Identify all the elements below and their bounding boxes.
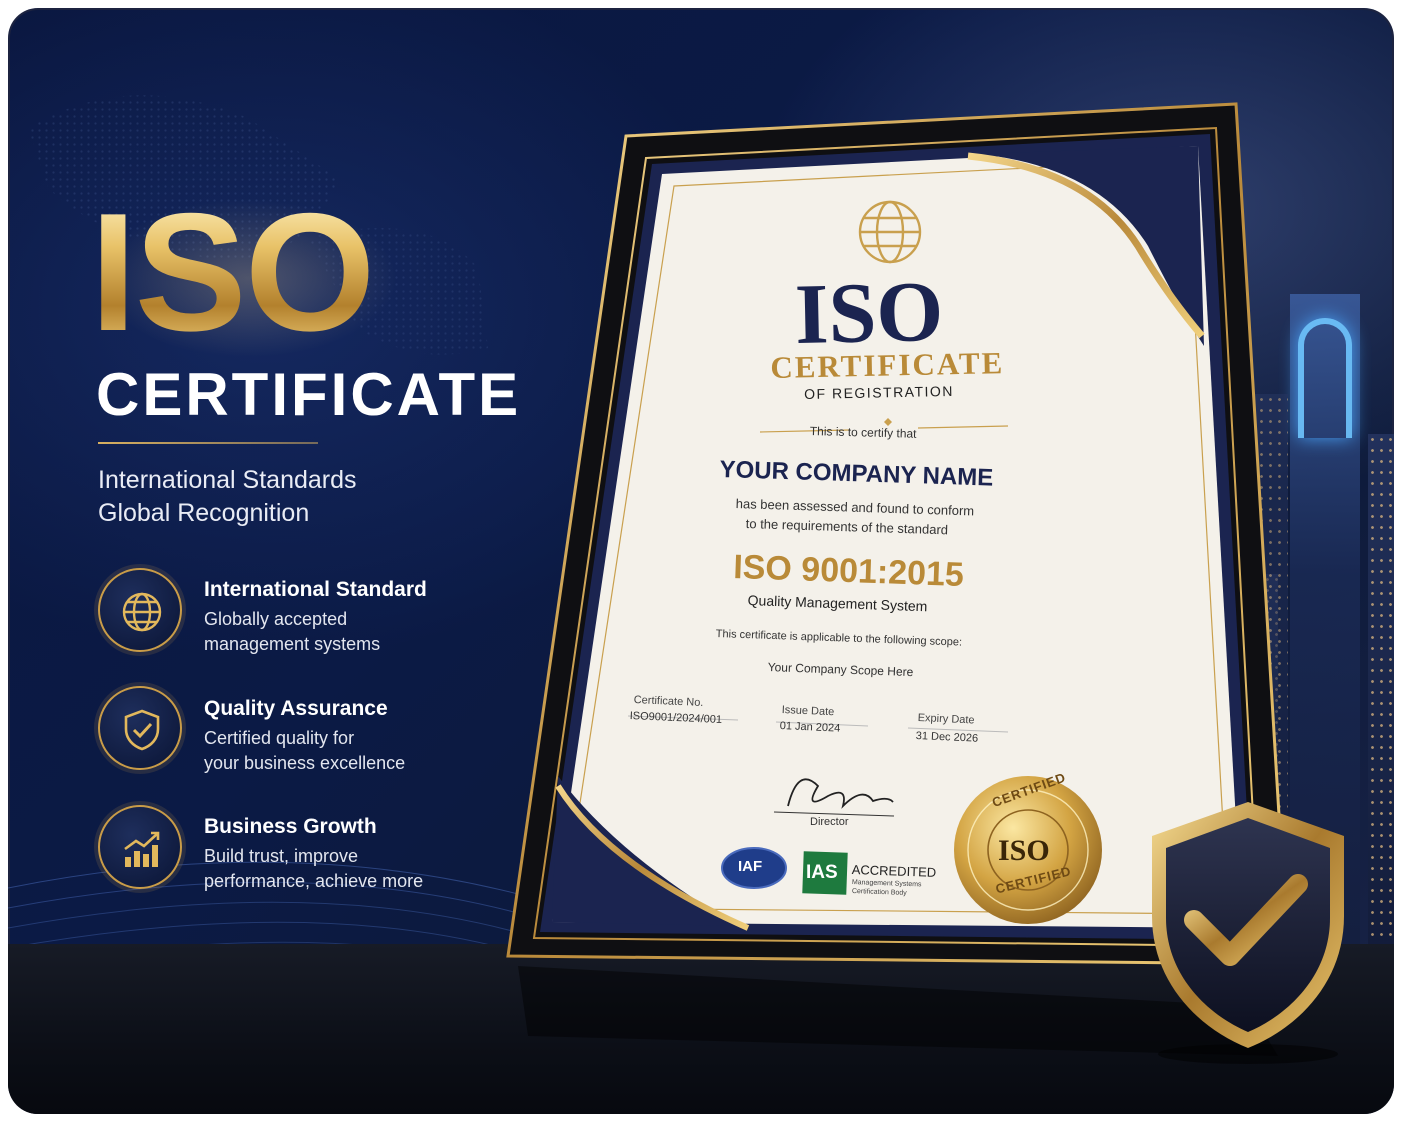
feature-desc-line: management systems (204, 634, 381, 654)
skyline-building (1368, 434, 1394, 994)
feature-desc-line: performance, achieve more (204, 871, 424, 891)
feature-desc-line: Certified quality for (204, 728, 355, 748)
hero-certificate-title: CERTIFICATE (96, 361, 522, 428)
certificate-of-registration: OF REGISTRATION (804, 382, 955, 402)
feature-desc-line: Build trust, improve (204, 846, 359, 866)
hero-iso-title: ISO (90, 178, 375, 366)
subtitle-line-2: Global Recognition (98, 499, 310, 527)
iso-certificate-banner: ISO CERTIFICATE International Standards … (8, 8, 1394, 1114)
feature-title-international-standard: International Standard (204, 578, 427, 601)
certificate-subheading: CERTIFICATE (770, 345, 1005, 385)
seal-iso-text: ISO (998, 834, 1050, 867)
feature-title-business-growth: Business Growth (204, 815, 377, 838)
issue-date-label: Issue Date (781, 704, 835, 719)
subtitle-line-1: International Standards (98, 466, 357, 494)
shield-check-icon (1152, 802, 1344, 1064)
feature-desc: Build trust, improve performance, achieve… (204, 844, 464, 894)
standard-number: ISO 9001:2015 (732, 548, 965, 595)
accredited-label: ACCREDITED (851, 862, 937, 880)
feature-desc-line: your business excellence (204, 753, 406, 773)
certify-line: This is to certify that (809, 424, 917, 441)
shield-check-icon (98, 686, 182, 770)
ias-logo: IAS (806, 862, 838, 883)
feature-desc-line: Globally accepted (204, 609, 348, 629)
skyline-tower-arch (1298, 318, 1352, 438)
title-divider (98, 442, 318, 444)
iaf-logo: IAF (738, 858, 763, 875)
expiry-date-label: Expiry Date (917, 712, 975, 727)
issue-date: 01 Jan 2024 (779, 720, 841, 735)
growth-chart-icon (98, 805, 182, 889)
director-label: Director (810, 816, 849, 828)
feature-title-quality-assurance: Quality Assurance (204, 697, 388, 720)
globe-icon (98, 568, 182, 652)
feature-desc: Certified quality for your business excel… (204, 726, 464, 776)
feature-desc: Globally accepted management systems (204, 607, 464, 657)
